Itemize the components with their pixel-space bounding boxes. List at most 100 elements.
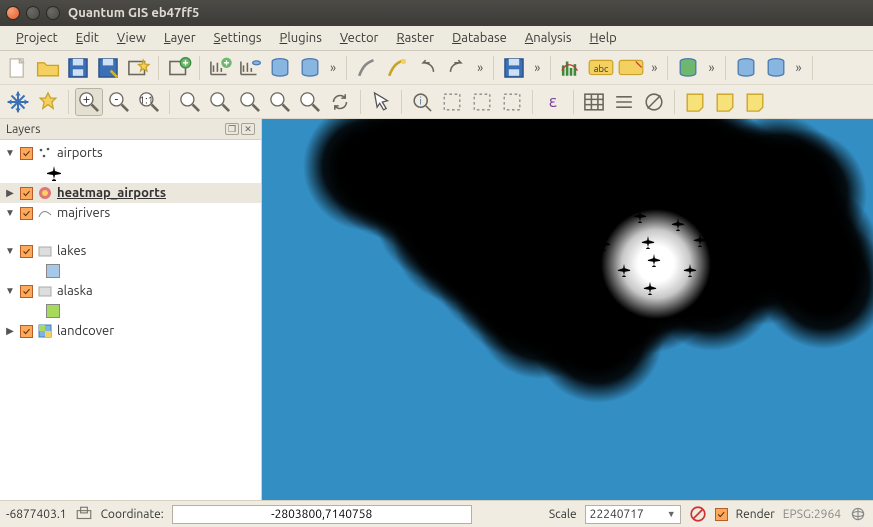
map-canvas[interactable] [262,119,873,500]
render-checkbox[interactable]: ✓ [715,508,728,521]
expand-arrow-icon[interactable]: ▶ [4,187,16,199]
layer-visibility-checkbox[interactable]: ✓ [20,187,33,200]
null-icon[interactable] [640,88,668,116]
open-folder-icon[interactable] [34,54,62,82]
zoom-next-icon[interactable] [296,88,324,116]
chart-plus-icon[interactable] [206,54,234,82]
db-tool3-icon[interactable] [762,54,790,82]
layers-tree[interactable]: ▼✓airports▶✓heatmap_airports▼✓majrivers▼… [0,140,261,500]
note-yellow-icon[interactable] [681,88,709,116]
label-fx-icon[interactable] [617,54,645,82]
toolbar-overflow-icon[interactable]: » [326,61,340,75]
db-plus-icon[interactable] [266,54,294,82]
extent-toggle-icon[interactable] [75,505,93,523]
refresh-icon[interactable] [326,88,354,116]
select-attrs-icon[interactable] [498,88,526,116]
layer-visibility-checkbox[interactable]: ✓ [20,285,33,298]
layer-row-lakes[interactable]: ▼✓lakes [0,241,261,261]
new-layer-star-icon[interactable] [124,54,152,82]
list-icon[interactable] [610,88,638,116]
table-icon[interactable] [580,88,608,116]
new-layer-plus-icon[interactable] [165,54,193,82]
toolbar-overflow-icon[interactable]: » [647,61,661,75]
stop-render-icon[interactable] [689,505,707,523]
pointer-icon[interactable] [367,88,395,116]
toolbar-overflow-icon[interactable]: » [530,61,544,75]
db-server-icon[interactable] [296,54,324,82]
brush-fx-icon[interactable] [383,54,411,82]
menu-vector[interactable]: Vector [332,28,387,48]
coordinate-input[interactable] [172,505,472,524]
redo-icon[interactable] [443,54,471,82]
menu-database[interactable]: Database [444,28,515,48]
layer-row-heatmap_airports[interactable]: ▶✓heatmap_airports [0,183,261,203]
panel-undock-icon[interactable]: ❐ [225,123,239,135]
pan-select-icon[interactable] [34,88,62,116]
maximize-window-button[interactable] [46,6,60,20]
menu-view[interactable]: View [109,28,154,48]
layer-visibility-checkbox[interactable]: ✓ [20,147,33,160]
save-edits-icon[interactable] [94,54,122,82]
new-doc-icon[interactable] [4,54,32,82]
menu-help[interactable]: Help [582,28,625,48]
layer-row-alaska[interactable]: ▼✓alaska [0,281,261,301]
close-window-button[interactable] [6,6,20,20]
airport-point-icon [505,161,519,175]
airport-point-icon [539,183,553,197]
deselect-icon[interactable] [438,88,466,116]
expand-arrow-icon[interactable]: ▼ [4,207,16,219]
histogram-icon[interactable] [557,54,585,82]
zoom-layer-icon[interactable] [176,88,204,116]
identify-icon[interactable]: i [408,88,436,116]
expand-arrow-icon[interactable]: ▼ [4,245,16,257]
menu-raster[interactable]: Raster [388,28,442,48]
help-lifesaver-icon[interactable] [500,54,528,82]
panel-close-icon[interactable]: ✕ [241,123,255,135]
menu-plugins[interactable]: Plugins [272,28,330,48]
zoom-11-icon[interactable]: 1:1 [135,88,163,116]
airport-point-icon [657,189,671,203]
layers-panel: Layers ❐ ✕ ▼✓airports▶✓heatmap_airports▼… [0,119,262,500]
note-move-icon[interactable] [711,88,739,116]
zoom-ext-icon[interactable] [206,88,234,116]
airport-point-icon [567,217,581,231]
layer-row-majrivers[interactable]: ▼✓majrivers [0,203,261,223]
crs-button-icon[interactable] [849,505,867,523]
expand-arrow-icon[interactable]: ▶ [4,325,16,337]
menu-layer[interactable]: Layer [156,28,204,48]
layer-visibility-checkbox[interactable]: ✓ [20,325,33,338]
menu-edit[interactable]: Edit [68,28,107,48]
scale-combo[interactable]: 22240717 ▼ [585,505,681,524]
db-tool2-icon[interactable] [732,54,760,82]
airport-point-icon [459,199,473,213]
note-del-icon[interactable] [741,88,769,116]
toolbar-overflow-icon[interactable]: » [704,61,718,75]
window-title: Quantum GIS eb47ff5 [68,6,199,20]
layer-visibility-checkbox[interactable]: ✓ [20,245,33,258]
pan-icon[interactable] [4,88,32,116]
toolbar-overflow-icon[interactable]: » [792,61,806,75]
select-rect-icon[interactable] [468,88,496,116]
undo-icon[interactable] [413,54,441,82]
zoom-out-icon[interactable]: - [105,88,133,116]
expand-arrow-icon[interactable]: ▼ [4,285,16,297]
toolbar-overflow-icon[interactable]: » [473,61,487,75]
chart-db-icon[interactable] [236,54,264,82]
epsilon-icon[interactable]: ε [539,88,567,116]
layer-row-airports[interactable]: ▼✓airports [0,143,261,163]
menu-project[interactable]: Project [8,28,66,48]
layer-visibility-checkbox[interactable]: ✓ [20,207,33,220]
airport-point-icon [531,153,545,167]
minimize-window-button[interactable] [26,6,40,20]
expand-arrow-icon[interactable]: ▼ [4,147,16,159]
menu-analysis[interactable]: Analysis [517,28,580,48]
db-green-icon[interactable] [674,54,702,82]
layer-row-landcover[interactable]: ▶✓landcover [0,321,261,341]
brush-icon[interactable] [353,54,381,82]
zoom-in-icon[interactable]: + [75,88,103,116]
save-icon[interactable] [64,54,92,82]
label-abc-icon[interactable]: abc [587,54,615,82]
zoom-sel-icon[interactable] [236,88,264,116]
zoom-prev-icon[interactable] [266,88,294,116]
menu-settings[interactable]: Settings [206,28,270,48]
